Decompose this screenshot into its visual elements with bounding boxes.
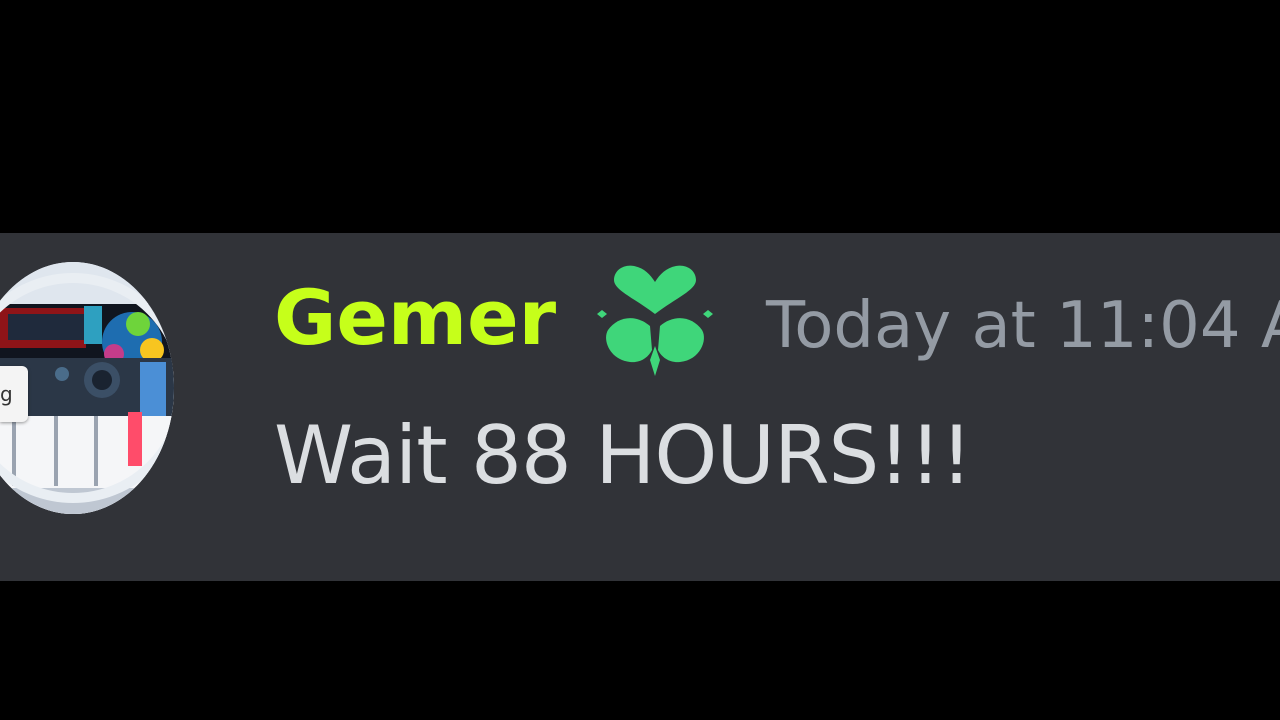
author-name[interactable]: Gemer	[274, 268, 556, 368]
discord-message-screenshot: g Gemer Today at 11:04 A Wait 88 HOURS!!…	[0, 0, 1280, 720]
green-heart-lotus-icon[interactable]	[596, 264, 714, 378]
message-content: Wait 88 HOURS!!!	[274, 409, 973, 502]
message-timestamp[interactable]: Today at 11:04 A	[766, 286, 1280, 366]
hover-tooltip-text: g	[0, 382, 13, 406]
hover-tooltip: g	[0, 366, 28, 422]
